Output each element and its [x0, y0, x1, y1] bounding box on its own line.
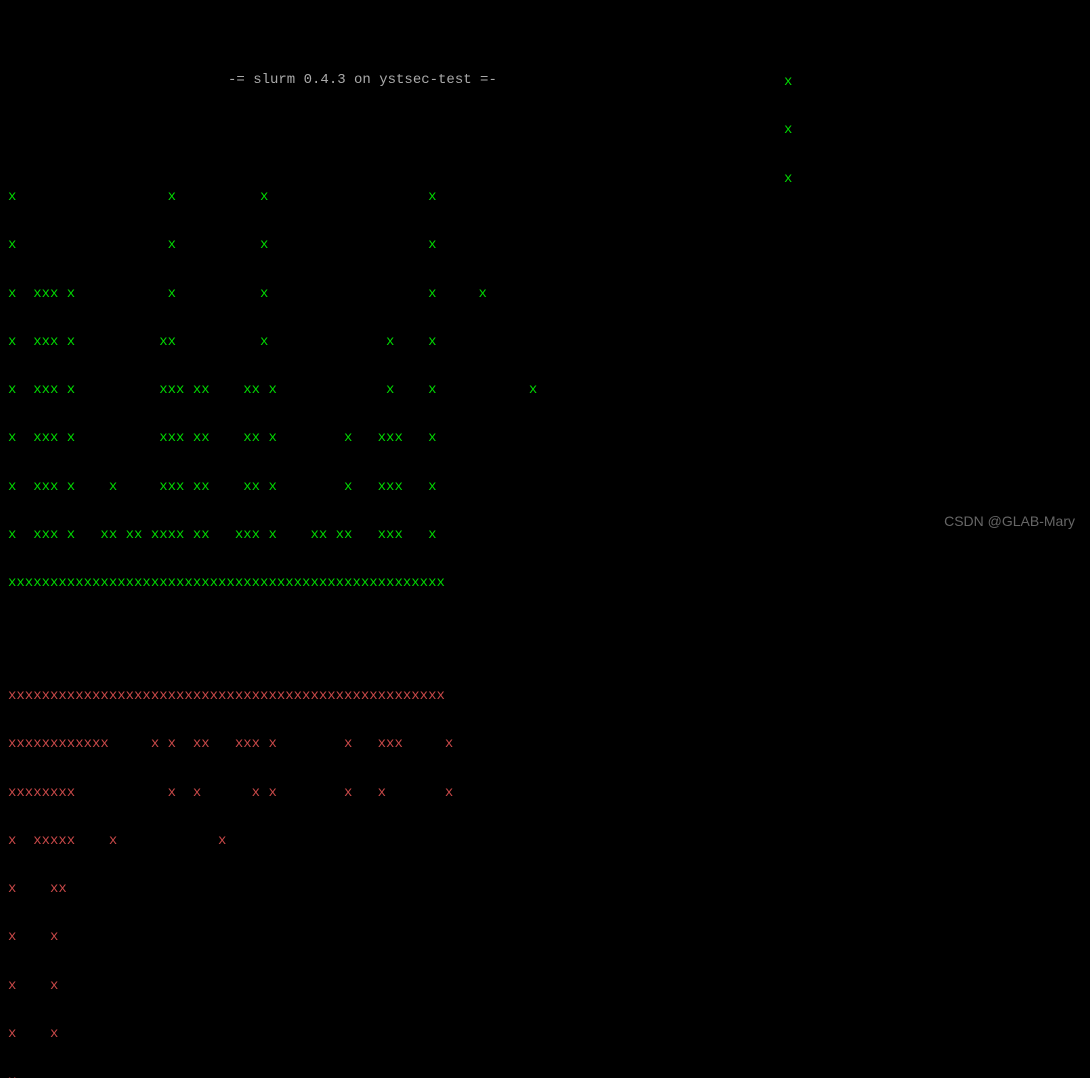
- rx-row: x xxx x xx x x x: [8, 334, 1082, 350]
- rx-row: x: [784, 122, 818, 138]
- rx-right-column: x x x: [784, 42, 818, 219]
- tx-graph: xxxxxxxxxxxxxxxxxxxxxxxxxxxxxxxxxxxxxxxx…: [8, 656, 1082, 1078]
- rx-row: x: [784, 171, 818, 187]
- rx-row: x x x x: [8, 237, 1082, 253]
- rx-row: x xxx x xxx xx xx x x xxx x: [8, 430, 1082, 446]
- rx-row: x: [784, 74, 818, 90]
- rx-row: x xxx x xxx xx xx x x x x: [8, 382, 1082, 398]
- rx-row: x xxx x x xxx xx xx x x xxx x: [8, 479, 1082, 495]
- tx-row: xxxxxxxx x x x x x x x: [8, 785, 1082, 801]
- rx-row: xxxxxxxxxxxxxxxxxxxxxxxxxxxxxxxxxxxxxxxx…: [8, 575, 1082, 591]
- tx-row: x x: [8, 978, 1082, 994]
- rx-row: x x x x: [8, 189, 1082, 205]
- tx-row: xxxxxxxxxxxxxxxxxxxxxxxxxxxxxxxxxxxxxxxx…: [8, 688, 1082, 704]
- network-graph: x x x x x x x x x xxx x x x x x x xxx x …: [8, 125, 1082, 1078]
- tx-row: x x: [8, 929, 1082, 945]
- header-title: -= slurm 0.4.3 on ystsec-test =-: [8, 72, 1082, 88]
- rx-graph: x x x x x x x x x xxx x x x x x x xxx x …: [8, 157, 1082, 624]
- watermark: CSDN @GLAB-Mary: [944, 513, 1075, 529]
- tx-row: x x: [8, 1026, 1082, 1042]
- tx-row: x xxxxx x x: [8, 833, 1082, 849]
- tx-row: x xx: [8, 881, 1082, 897]
- rx-row: x xxx x x x x x: [8, 286, 1082, 302]
- tx-row: x: [8, 1074, 1082, 1078]
- tx-row: xxxxxxxxxxxx x x xx xxx x x xxx x: [8, 736, 1082, 752]
- rx-row: x xxx x xx xx xxxx xx xxx x xx xx xxx x: [8, 527, 1082, 543]
